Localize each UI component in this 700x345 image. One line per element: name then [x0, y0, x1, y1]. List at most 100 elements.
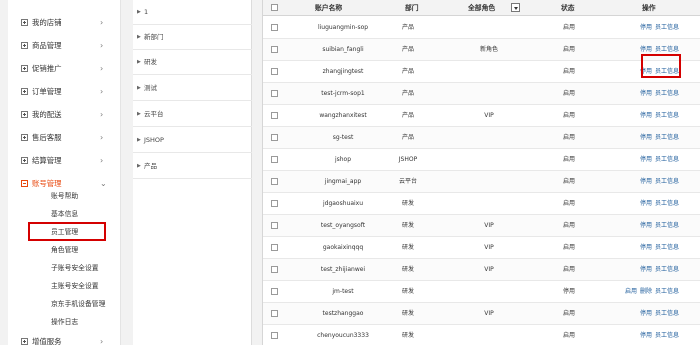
action-link[interactable]: 停用 — [640, 156, 652, 163]
action-link[interactable]: 员工信息 — [655, 46, 679, 53]
department-tree: ▶ 1 ▶ 新部门 ▶ 研发 ▶ 测试 ▶ 云平台 ▶ JSHOP ▶ 产品 — [133, 0, 252, 345]
employee-table: 账户名称 部门 全部角色 状态 操作 liuguangmin-sop 产品 启用 停用… — [262, 0, 700, 345]
role: VIP — [484, 244, 494, 251]
department: 研发 — [401, 222, 414, 229]
row-checkbox[interactable] — [271, 310, 278, 317]
tree-item[interactable]: ▶ 测试 — [133, 76, 252, 101]
row-checkbox[interactable] — [271, 288, 278, 295]
action-link[interactable]: 员工信息 — [655, 134, 679, 141]
row-checkbox[interactable] — [271, 156, 278, 163]
left-nav: 我的店铺 › 商品管理 › 促销推广 › 订单管理 › 我的配送 › 售后客服 › 结算管理 › 账号管理 ⌄… — [8, 0, 121, 345]
nav-item-label: 商品管理 — [32, 41, 62, 50]
expand-icon — [21, 65, 28, 72]
action-link[interactable]: 停用 — [640, 332, 652, 339]
account-sub-item[interactable]: 操作日志 — [51, 313, 78, 331]
row-checkbox[interactable] — [271, 222, 278, 229]
expand-icon — [21, 134, 28, 141]
action-link[interactable]: 停用 — [640, 46, 652, 53]
role — [471, 325, 507, 345]
table-row: liuguangmin-sop 产品 启用 停用 员工信息 — [263, 17, 700, 39]
tree-item[interactable]: ▶ 新部门 — [133, 25, 252, 50]
account-sub-item[interactable]: 账号帮助 — [51, 187, 78, 205]
row-checkbox[interactable] — [271, 68, 278, 75]
expand-icon — [21, 157, 28, 164]
action-link[interactable]: 员工信息 — [655, 156, 679, 163]
action-link[interactable]: 停用 — [640, 266, 652, 273]
role — [471, 83, 507, 105]
role — [471, 193, 507, 215]
account-name: test_zhijianwei — [320, 266, 366, 273]
nav-item[interactable]: 结算管理 › — [8, 150, 121, 172]
account-sub-item[interactable]: 子账号安全设置 — [51, 259, 99, 277]
action-link[interactable]: 停用 — [640, 222, 652, 229]
row-checkbox[interactable] — [271, 112, 278, 119]
action-link[interactable]: 员工信息 — [655, 244, 679, 251]
expand-icon — [21, 42, 28, 49]
nav-item-label: 增值服务 — [32, 337, 62, 345]
tree-item[interactable]: ▶ JSHOP — [133, 128, 252, 153]
row-checkbox[interactable] — [271, 24, 278, 31]
action-link[interactable]: 启用 — [625, 288, 637, 295]
table-row: suibian_fangli 产品 新角色 启用 停用 员工信息 — [263, 39, 700, 61]
action-link[interactable]: 员工信息 — [655, 112, 679, 119]
account-sub-item[interactable]: 角色管理 — [51, 241, 78, 259]
action-link[interactable]: 员工信息 — [655, 200, 679, 207]
table-row: zhangjingtest 产品 启用 停用 员工信息 — [263, 54, 700, 83]
chevron-right-icon: › — [100, 110, 104, 119]
tree-item[interactable]: ▶ 产品 — [133, 154, 252, 179]
action-link[interactable]: 停用 — [640, 90, 652, 97]
table-row: sg-test 产品 启用 停用 员工信息 — [263, 127, 700, 149]
tree-item[interactable]: ▶ 研发 — [133, 50, 252, 75]
action-link[interactable]: 员工信息 — [655, 310, 679, 317]
row-checkbox[interactable] — [271, 332, 278, 339]
nav-item[interactable]: 增值服务 › — [8, 331, 121, 345]
department: 研发 — [401, 200, 414, 207]
action-link[interactable]: 停用 — [640, 24, 652, 31]
action-link[interactable]: 员工信息 — [655, 24, 679, 31]
tree-item[interactable]: ▶ 1 — [133, 0, 252, 25]
action-link[interactable]: 员工信息 — [655, 266, 679, 273]
account-name: test-jcrm-sop1 — [321, 90, 365, 97]
account-name: zhangjingtest — [322, 68, 364, 75]
nav-item[interactable]: 促销推广 › — [8, 58, 121, 80]
nav-item[interactable]: 商品管理 › — [8, 35, 121, 57]
action-link[interactable]: 停用 — [640, 178, 652, 185]
nav-item[interactable]: 我的店铺 › — [8, 12, 121, 34]
tree-item[interactable]: ▶ 云平台 — [133, 102, 252, 127]
nav-item[interactable]: 订单管理 › — [8, 81, 121, 103]
nav-item[interactable]: 我的配送 › — [8, 104, 121, 126]
account-sub-item[interactable]: 基本信息 — [51, 205, 78, 223]
row-actions: 停用 员工信息 — [637, 325, 679, 345]
action-link[interactable]: 删除 — [640, 288, 652, 295]
row-checkbox[interactable] — [271, 200, 278, 207]
action-link[interactable]: 员工信息 — [655, 222, 679, 229]
status: 启用 — [562, 310, 575, 317]
row-checkbox[interactable] — [271, 266, 278, 273]
row-checkbox[interactable] — [271, 178, 278, 185]
row-checkbox[interactable] — [271, 134, 278, 141]
row-checkbox[interactable] — [271, 46, 278, 53]
action-link[interactable]: 员工信息 — [655, 178, 679, 185]
action-link[interactable]: 停用 — [640, 200, 652, 207]
account-sub-item[interactable]: 主账号安全设置 — [51, 277, 99, 295]
account-name: jdgaoshuaixu — [322, 200, 364, 207]
action-link[interactable]: 停用 — [640, 112, 652, 119]
action-link[interactable]: 停用 — [640, 244, 652, 251]
action-link[interactable]: 停用 — [640, 310, 652, 317]
action-link[interactable]: 停用 — [640, 134, 652, 141]
account-name: jingmai_app — [324, 178, 362, 185]
table-row: wangzhanxitest 产品 VIP 启用 停用 员工信息 — [263, 105, 700, 127]
action-link[interactable]: 员工信息 — [655, 332, 679, 339]
triangle-right-icon: ▶ — [137, 34, 141, 40]
row-checkbox[interactable] — [271, 244, 278, 251]
nav-item-label: 促销推广 — [32, 64, 62, 73]
role-filter-dropdown[interactable] — [511, 3, 520, 12]
action-link[interactable]: 员工信息 — [655, 288, 679, 295]
nav-item[interactable]: 售后客服 › — [8, 127, 121, 149]
account-sub-item[interactable]: 京东手机设备管理 — [51, 295, 105, 313]
row-checkbox[interactable] — [271, 90, 278, 97]
action-link[interactable]: 员工信息 — [655, 90, 679, 97]
account-name: wangzhanxitest — [319, 112, 367, 119]
select-all-checkbox[interactable] — [271, 4, 278, 11]
status: 启用 — [562, 178, 575, 185]
